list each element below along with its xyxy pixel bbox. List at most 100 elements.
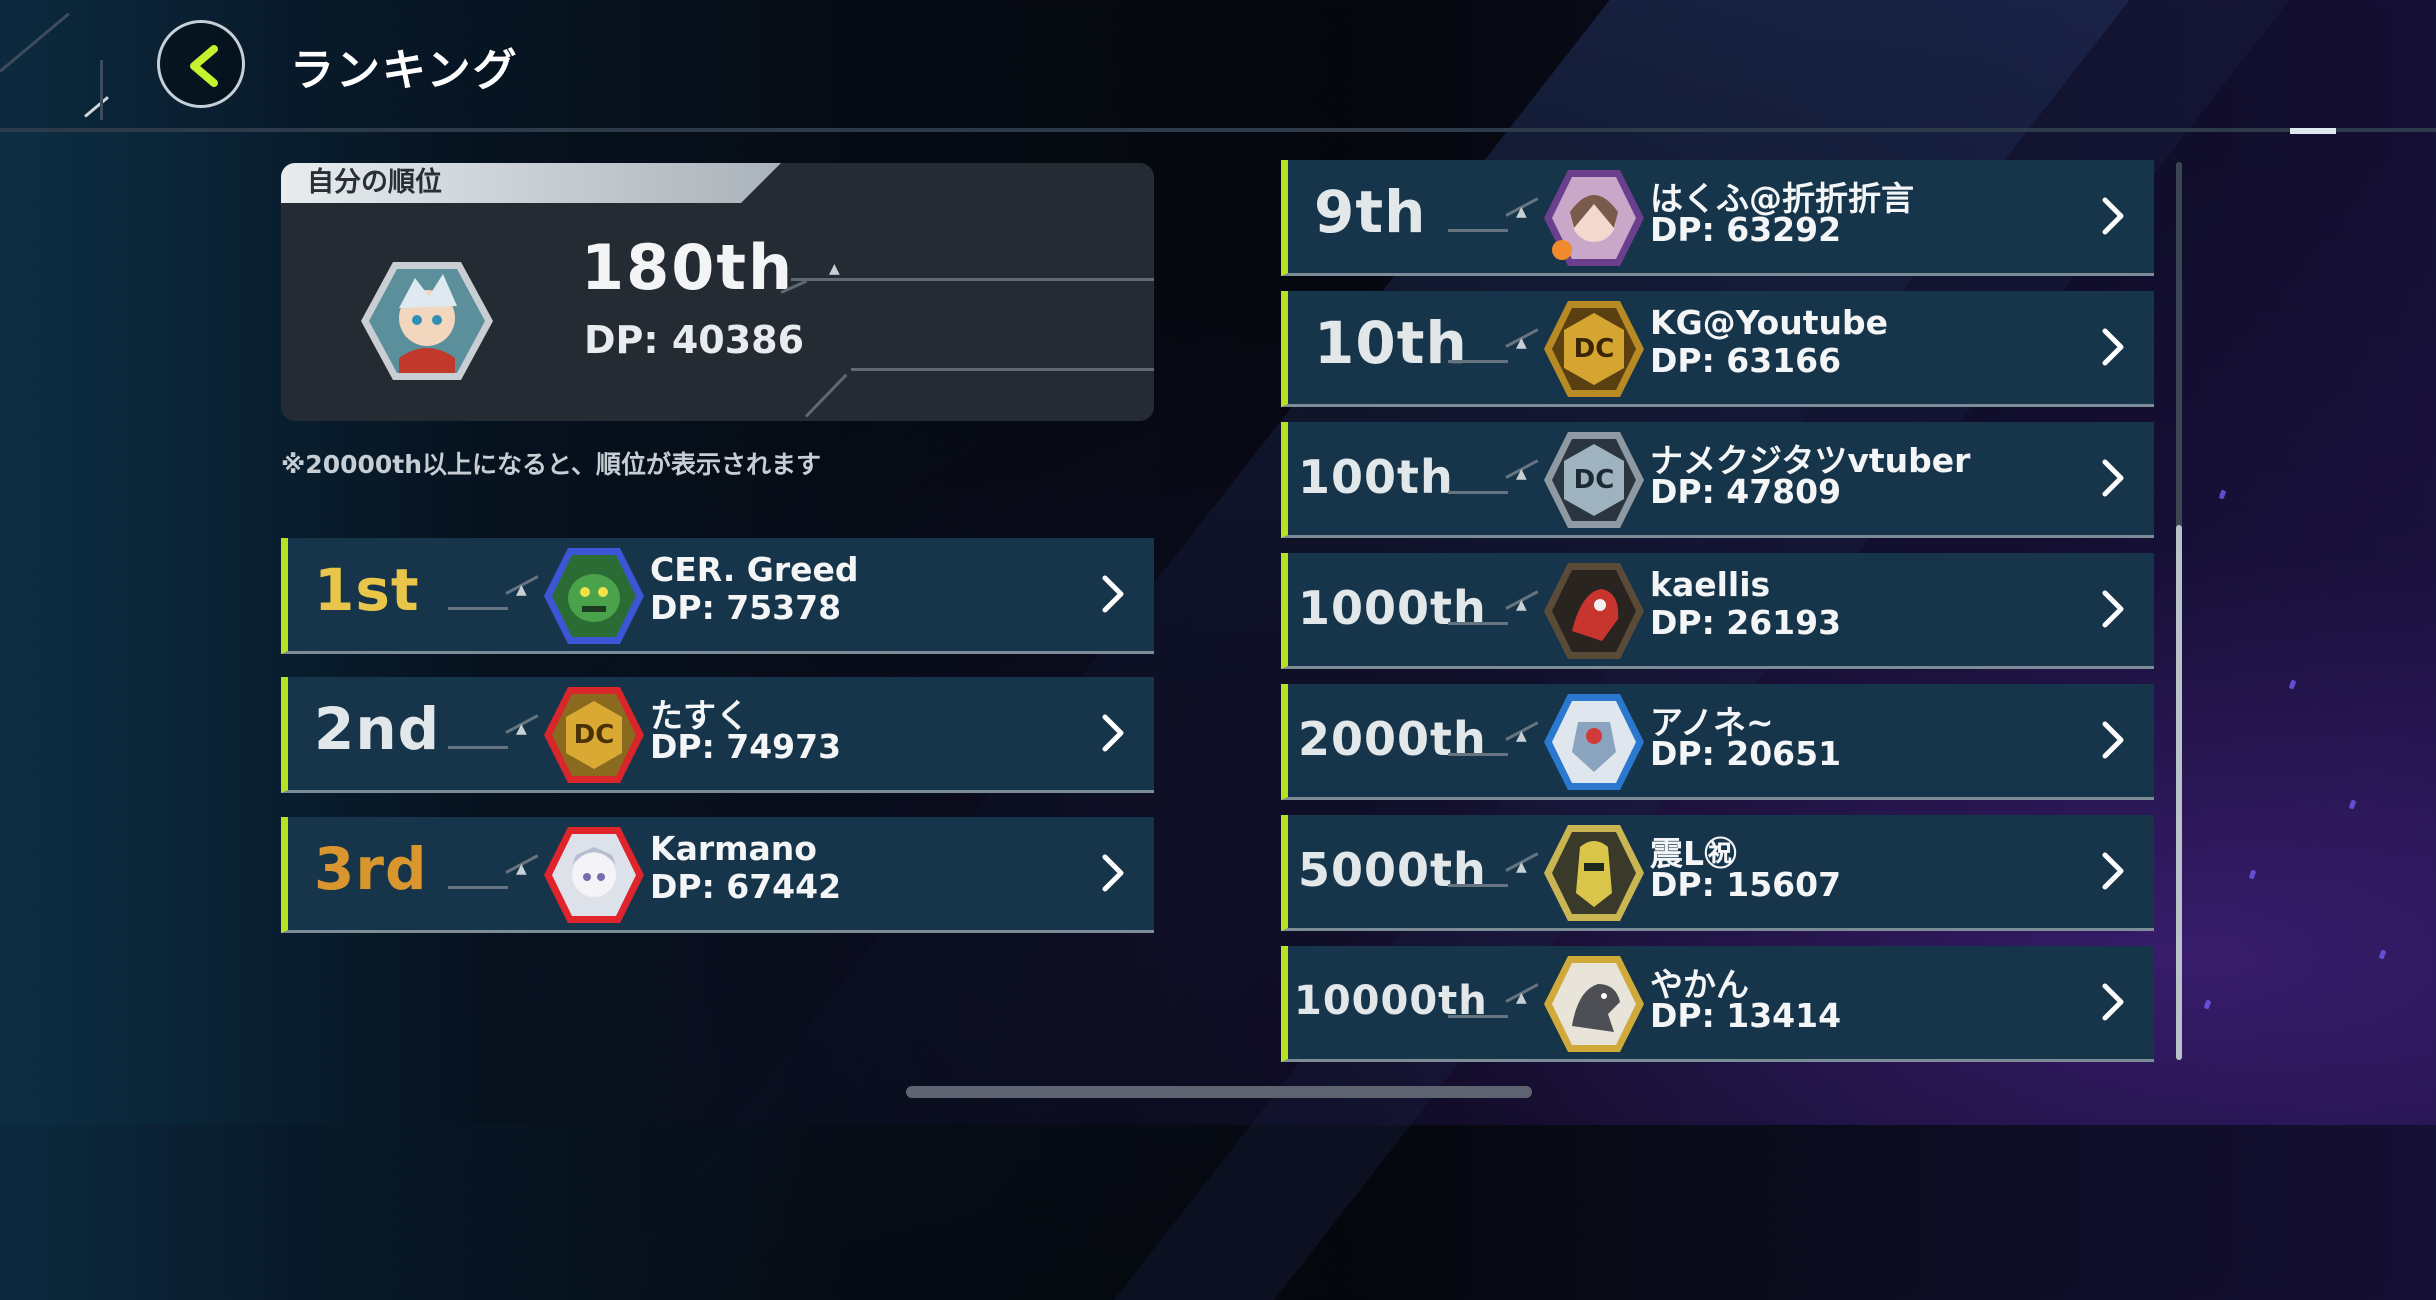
header-decoration [0,12,70,73]
ranking-row-10th[interactable]: 10th ▲ DC KG@Youtube DP: 63166 [1281,291,2154,407]
header-bar: ランキング [0,0,2436,134]
chevron-right-icon [1102,575,1124,613]
ranking-row-3rd[interactable]: 3rd ▲ Karmano DP: 67442 [281,817,1154,933]
my-dp-value: DP: 40386 [584,318,805,362]
header-marker [2290,128,2336,134]
rank-change-indicator: ▲ [1516,204,1527,220]
row-divider [1448,753,1508,756]
chevron-right-icon [2102,590,2124,628]
player-dp: DP: 13414 [1650,996,1842,1035]
row-divider [1448,229,1508,232]
rank-change-indicator: ▲ [829,261,840,277]
player-dp: DP: 15607 [1650,865,1842,904]
header-decoration [84,96,109,118]
rank-label: 10th [1314,309,1468,377]
ranking-row-2nd[interactable]: 2nd ▲ DC たすく DP: 74973 [281,677,1154,793]
rank-label: 2000th [1298,712,1487,766]
sparkle-decoration [2348,799,2357,810]
chevron-right-icon [2102,852,2124,890]
rank-label: 1000th [1298,581,1487,635]
player-dp: DP: 67442 [650,867,842,906]
sparkle-decoration [2218,489,2227,500]
player-avatar [1544,170,1644,266]
rank-label: 2nd [314,695,441,763]
player-name: KG@Youtube [1650,303,1888,342]
player-dp: DP: 63292 [1650,210,1842,249]
player-avatar [544,827,644,923]
player-avatar [1544,956,1644,1052]
my-avatar [361,262,493,380]
header-divider [0,128,2436,132]
svg-text:DC: DC [574,720,615,750]
rank-change-indicator: ▲ [1516,990,1527,1006]
chevron-right-icon [2102,459,2124,497]
player-dp: DP: 74973 [650,727,842,766]
ranking-row-1000th[interactable]: 1000th ▲ kaellis DP: 26193 [1281,553,2154,669]
rank-label: 5000th [1298,843,1487,897]
player-name: CER. Greed [650,550,859,589]
player-avatar: DC [544,687,644,783]
chevron-right-icon [2102,721,2124,759]
rank-label: 3rd [314,835,428,903]
rank-change-indicator: ▲ [1516,335,1527,351]
my-rank-tab-label: 自分の順位 [281,163,781,203]
ranking-row-5000th[interactable]: 5000th ▲ 震L㊗ DP: 15607 [1281,815,2154,931]
rank-change-indicator: ▲ [516,861,527,877]
rank-change-indicator: ▲ [516,721,527,737]
my-rank-value: 180th [581,231,795,304]
chevron-right-icon [2102,983,2124,1021]
ranking-row-9th[interactable]: 9th ▲ はくふ@折折折言 DP: 63292 [1281,160,2154,276]
player-avatar [1544,563,1644,659]
rank-change-indicator: ▲ [1516,597,1527,613]
rank-change-indicator: ▲ [1516,466,1527,482]
rank-label: 9th [1314,178,1427,246]
page-title: ランキング [290,45,519,96]
player-name: kaellis [1650,565,1771,604]
svg-text:DC: DC [1574,334,1615,364]
header-decoration [100,60,103,120]
my-rank-card: 自分の順位 180th ▲ DP: 40386 [281,163,1154,421]
row-divider [448,746,508,749]
player-avatar: DC [1544,432,1644,528]
chevron-right-icon [2102,197,2124,235]
chevron-right-icon [1102,714,1124,752]
player-dp: DP: 20651 [1650,734,1842,773]
player-dp: DP: 47809 [1650,472,1842,511]
rank-display-note: ※20000th以上になると、順位が表示されます [281,450,822,479]
scrollbar-thumb[interactable] [2176,525,2182,1060]
player-avatar [1544,694,1644,790]
rank-label: 100th [1298,450,1454,504]
ranking-row-2000th[interactable]: 2000th ▲ アノネ~ DP: 20651 [1281,684,2154,800]
divider-line [791,278,1154,281]
sparkle-decoration [2248,869,2257,880]
player-dp: DP: 26193 [1650,603,1842,642]
chevron-right-icon [1102,854,1124,892]
divider-line [851,368,1154,371]
row-divider [1448,884,1508,887]
player-avatar [1544,825,1644,921]
back-button[interactable] [157,20,245,108]
rank-change-indicator: ▲ [1516,728,1527,744]
rank-change-indicator: ▲ [1516,859,1527,875]
row-divider [1448,1015,1508,1018]
rank-change-indicator: ▲ [516,582,527,598]
chevron-left-icon [190,45,218,87]
ranking-row-10000th[interactable]: 10000th ▲ やかん DP: 13414 [1281,946,2154,1062]
ranking-row-1st[interactable]: 1st ▲ CER. Greed DP: 75378 [281,538,1154,654]
sparkle-decoration [2288,679,2297,690]
row-divider [448,607,508,610]
sparkle-decoration [2378,949,2387,960]
player-avatar [544,548,644,644]
player-name: Karmano [650,829,817,868]
player-dp: DP: 75378 [650,588,842,627]
chevron-right-icon [2102,328,2124,366]
home-indicator[interactable] [906,1086,1532,1098]
sparkle-decoration [2203,999,2212,1010]
row-divider [1448,622,1508,625]
row-divider [1448,491,1508,494]
row-divider [1448,360,1508,363]
ranking-row-100th[interactable]: 100th ▲ DC ナメクジタツvtuber DP: 47809 [1281,422,2154,538]
svg-text:DC: DC [1574,465,1615,495]
rank-label: 1st [314,556,420,624]
row-divider [448,886,508,889]
